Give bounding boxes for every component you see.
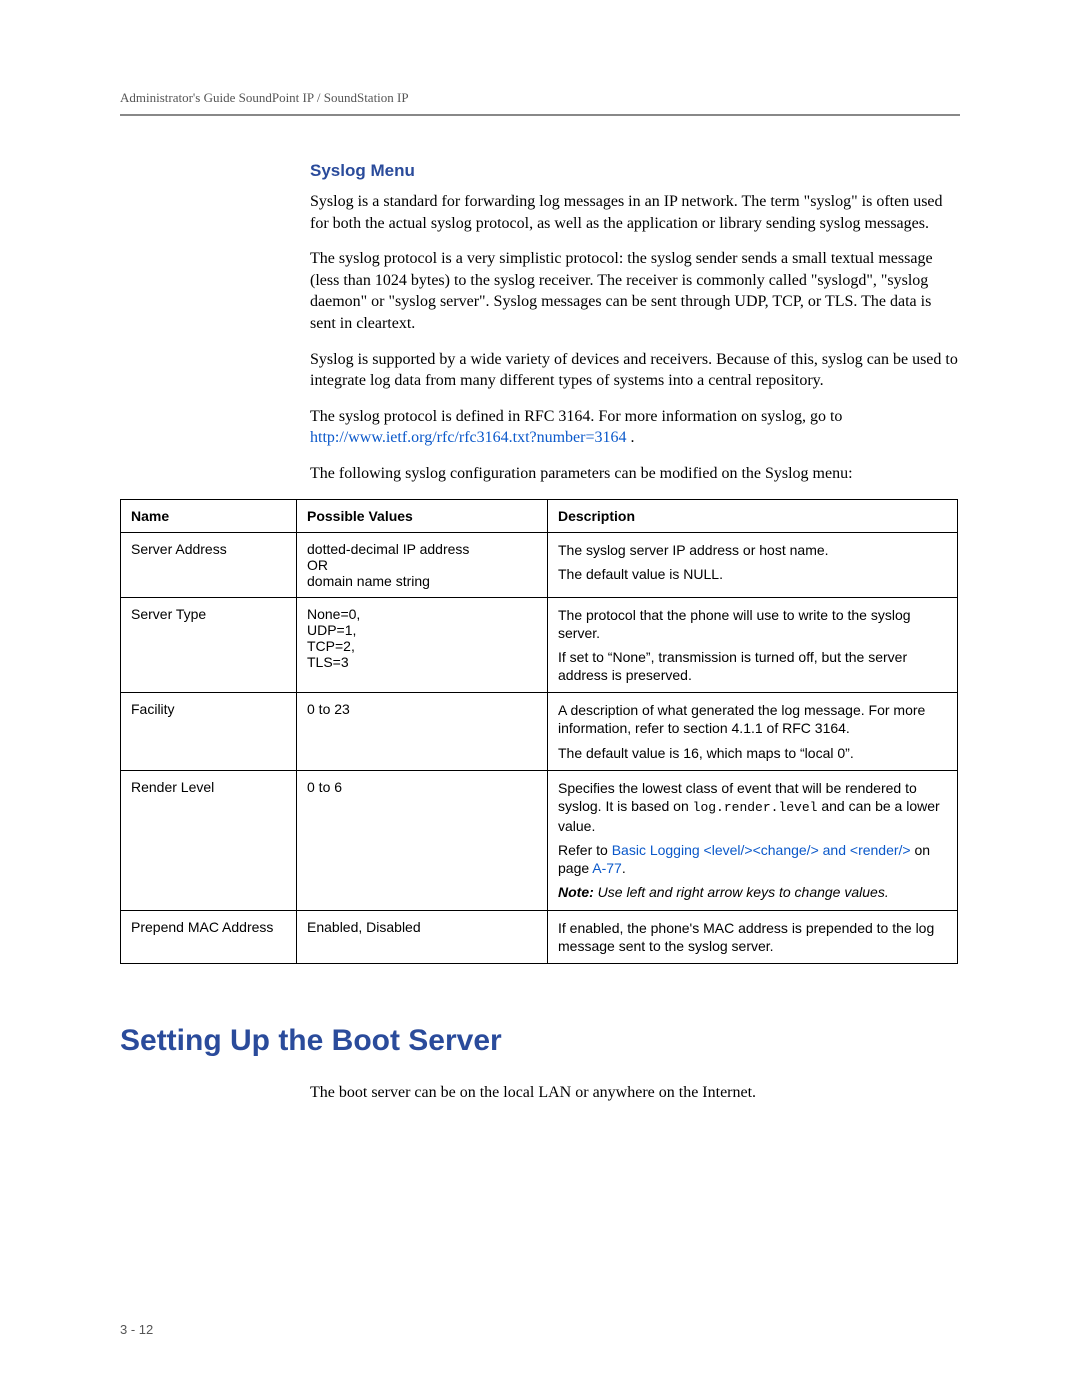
page-number: 3 - 12 — [120, 1322, 153, 1337]
desc-span: Refer to — [558, 842, 612, 858]
desc-line: Specifies the lowest class of event that… — [558, 779, 947, 835]
cell-name: Facility — [121, 693, 297, 771]
note-text: Use left and right arrow keys to change … — [594, 884, 889, 900]
desc-line: If enabled, the phone's MAC address is p… — [558, 919, 947, 955]
syslog-rfc-link[interactable]: http://www.ietf.org/rfc/rfc3164.txt?numb… — [310, 429, 627, 446]
syslog-p3: Syslog is supported by a wide variety of… — [310, 349, 960, 392]
cell-desc: The protocol that the phone will use to … — [548, 597, 958, 693]
desc-line: A description of what generated the log … — [558, 701, 947, 737]
cell-desc: A description of what generated the log … — [548, 693, 958, 771]
cell-desc: If enabled, the phone's MAC address is p… — [548, 910, 958, 963]
crossref-basic-logging[interactable]: Basic Logging <level/><change/> and <ren… — [612, 842, 911, 858]
desc-line: If set to “None”, transmission is turned… — [558, 648, 947, 684]
syslog-heading: Syslog Menu — [310, 161, 960, 181]
desc-line: The syslog server IP address or host nam… — [558, 541, 947, 559]
table-row: Facility 0 to 23 A description of what g… — [121, 693, 958, 771]
syslog-p1: Syslog is a standard for forwarding log … — [310, 191, 960, 234]
desc-span: . — [622, 860, 626, 876]
cell-desc: The syslog server IP address or host nam… — [548, 532, 958, 597]
desc-line: Refer to Basic Logging <level/><change/>… — [558, 841, 947, 877]
running-header: Administrator's Guide SoundPoint IP / So… — [120, 90, 960, 116]
cell-values: 0 to 6 — [297, 770, 548, 910]
cell-values: 0 to 23 — [297, 693, 548, 771]
cell-name: Server Type — [121, 597, 297, 693]
table-header-row: Name Possible Values Description — [121, 499, 958, 532]
table-row: Prepend MAC Address Enabled, Disabled If… — [121, 910, 958, 963]
cell-values: Enabled, Disabled — [297, 910, 548, 963]
cell-values: dotted-decimal IP address OR domain name… — [297, 532, 548, 597]
syslog-p4-post: . — [627, 429, 635, 446]
syslog-p4-pre: The syslog protocol is defined in RFC 31… — [310, 408, 842, 425]
crossref-page-a77[interactable]: A-77 — [592, 860, 622, 876]
syslog-p5: The following syslog configuration param… — [310, 463, 960, 485]
syslog-p2: The syslog protocol is a very simplistic… — [310, 248, 960, 334]
cell-values: None=0, UDP=1, TCP=2, TLS=3 — [297, 597, 548, 693]
syslog-param-table: Name Possible Values Description Server … — [120, 499, 958, 965]
code-log-render-level: log.render.level — [693, 800, 818, 815]
boot-server-heading: Setting Up the Boot Server — [120, 1024, 960, 1058]
content-area: Syslog Menu Syslog is a standard for for… — [310, 161, 960, 485]
desc-line: The protocol that the phone will use to … — [558, 606, 947, 642]
table-row: Server Type None=0, UDP=1, TCP=2, TLS=3 … — [121, 597, 958, 693]
syslog-p4: The syslog protocol is defined in RFC 31… — [310, 406, 960, 449]
page: Administrator's Guide SoundPoint IP / So… — [0, 0, 1080, 1397]
boot-body: The boot server can be on the local LAN … — [310, 1082, 960, 1104]
th-desc: Description — [548, 499, 958, 532]
th-values: Possible Values — [297, 499, 548, 532]
syslog-body: Syslog is a standard for forwarding log … — [310, 191, 960, 485]
desc-note: Note: Use left and right arrow keys to c… — [558, 883, 947, 901]
note-label: Note: — [558, 884, 594, 900]
cell-name: Render Level — [121, 770, 297, 910]
cell-desc: Specifies the lowest class of event that… — [548, 770, 958, 910]
desc-line: The default value is 16, which maps to “… — [558, 744, 947, 762]
cell-name: Prepend MAC Address — [121, 910, 297, 963]
desc-line: The default value is NULL. — [558, 565, 947, 583]
cell-name: Server Address — [121, 532, 297, 597]
table-row: Render Level 0 to 6 Specifies the lowest… — [121, 770, 958, 910]
th-name: Name — [121, 499, 297, 532]
boot-p1: The boot server can be on the local LAN … — [310, 1082, 960, 1104]
table-row: Server Address dotted-decimal IP address… — [121, 532, 958, 597]
